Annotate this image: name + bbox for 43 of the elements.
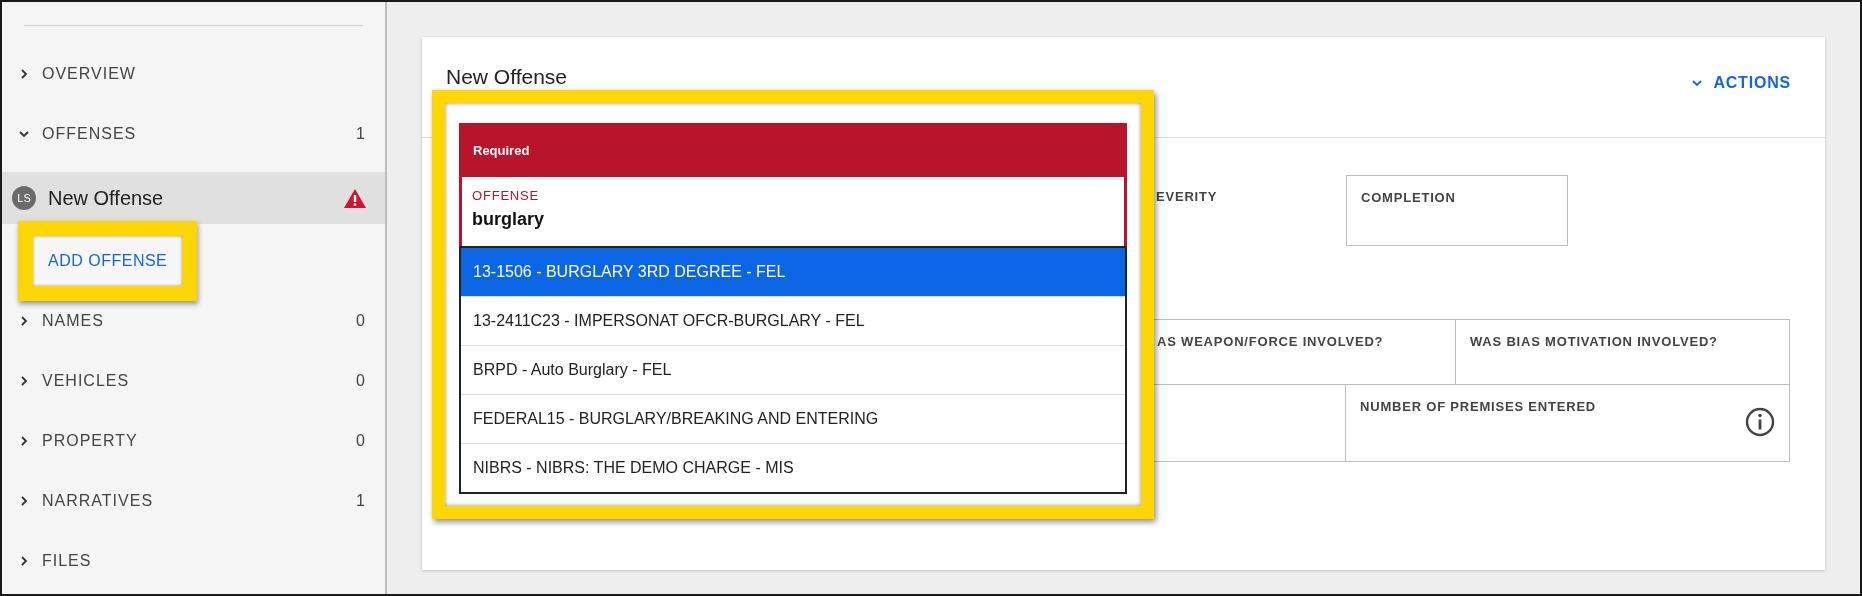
section-label: NARRATIVES — [42, 492, 155, 510]
item-label: New Offense — [48, 186, 165, 210]
section-label: PROPERTY — [42, 432, 139, 450]
sidebar-section[interactable]: NARRATIVES 1 — [2, 471, 385, 531]
add-offense-button[interactable]: ADD OFFENSE — [33, 236, 183, 286]
dropdown-option[interactable]: 13-2411C23 - IMPERSONAT OFCR-BURGLARY - FEL — [461, 296, 1125, 345]
chevron-down-icon — [1691, 77, 1704, 89]
dropdown-option[interactable]: BRPD - Auto Burglary - FEL — [461, 345, 1125, 394]
field-label: NUMBER OF PREMISES ENTERED — [1360, 399, 1597, 414]
field-label: COMPLETION — [1361, 190, 1456, 205]
section-label: FILES — [42, 552, 93, 570]
actions-button[interactable]: ACTIONS — [1691, 74, 1791, 92]
sidebar-section[interactable]: PROPERTY 0 — [2, 411, 385, 471]
form-field[interactable]: NUMBER OF PREMISES ENTERED — [1346, 385, 1790, 462]
sidebar-section[interactable]: NAMES 0 — [2, 291, 385, 351]
dropdown-option[interactable]: NIBRS - NIBRS: THE DEMO CHARGE - MIS — [461, 443, 1125, 492]
section-count: 0 — [356, 432, 365, 450]
avatar: LS — [12, 186, 36, 210]
sidebar-item[interactable]: LS New Offense — [2, 172, 385, 224]
sidebar-section[interactable]: OVERVIEW — [2, 44, 385, 104]
form-field[interactable]: COMPLETION — [1346, 175, 1568, 246]
sidebar-section[interactable]: VEHICLES 0 — [2, 351, 385, 411]
field-label: OFFENSE — [472, 188, 540, 203]
offense-field[interactable]: OFFENSE burglary — [459, 177, 1127, 246]
sidebar-section[interactable]: OFFENSES 1 — [2, 104, 385, 164]
dropdown-option[interactable]: FEDERAL15 - BURGLARY/BREAKING AND ENTERING — [461, 394, 1125, 443]
section-label: VEHICLES — [42, 372, 131, 390]
section-count: 0 — [356, 312, 365, 330]
form-field[interactable]: WAS BIAS MOTIVATION INVOLVED? — [1456, 319, 1790, 385]
field-value: burglary — [472, 209, 546, 230]
dropdown-option[interactable]: 13-1506 - BURGLARY 3RD DEGREE - FEL — [461, 248, 1125, 296]
card-title: New Offense — [446, 65, 567, 89]
section-count: 1 — [356, 125, 365, 143]
section-count: 1 — [356, 492, 365, 510]
section-count: 0 — [356, 372, 365, 390]
field-label: AS WEAPON/FORCE INVOLVED? — [1157, 334, 1384, 349]
error-text: Required — [473, 142, 530, 158]
section-label: NAMES — [42, 312, 105, 330]
section-label: OFFENSES — [42, 125, 138, 143]
info-icon[interactable] — [1745, 407, 1775, 437]
sidebar-section[interactable]: FILES — [2, 531, 385, 591]
section-label: OVERVIEW — [42, 65, 137, 83]
field-label: WAS BIAS MOTIVATION INVOLVED? — [1470, 334, 1718, 349]
